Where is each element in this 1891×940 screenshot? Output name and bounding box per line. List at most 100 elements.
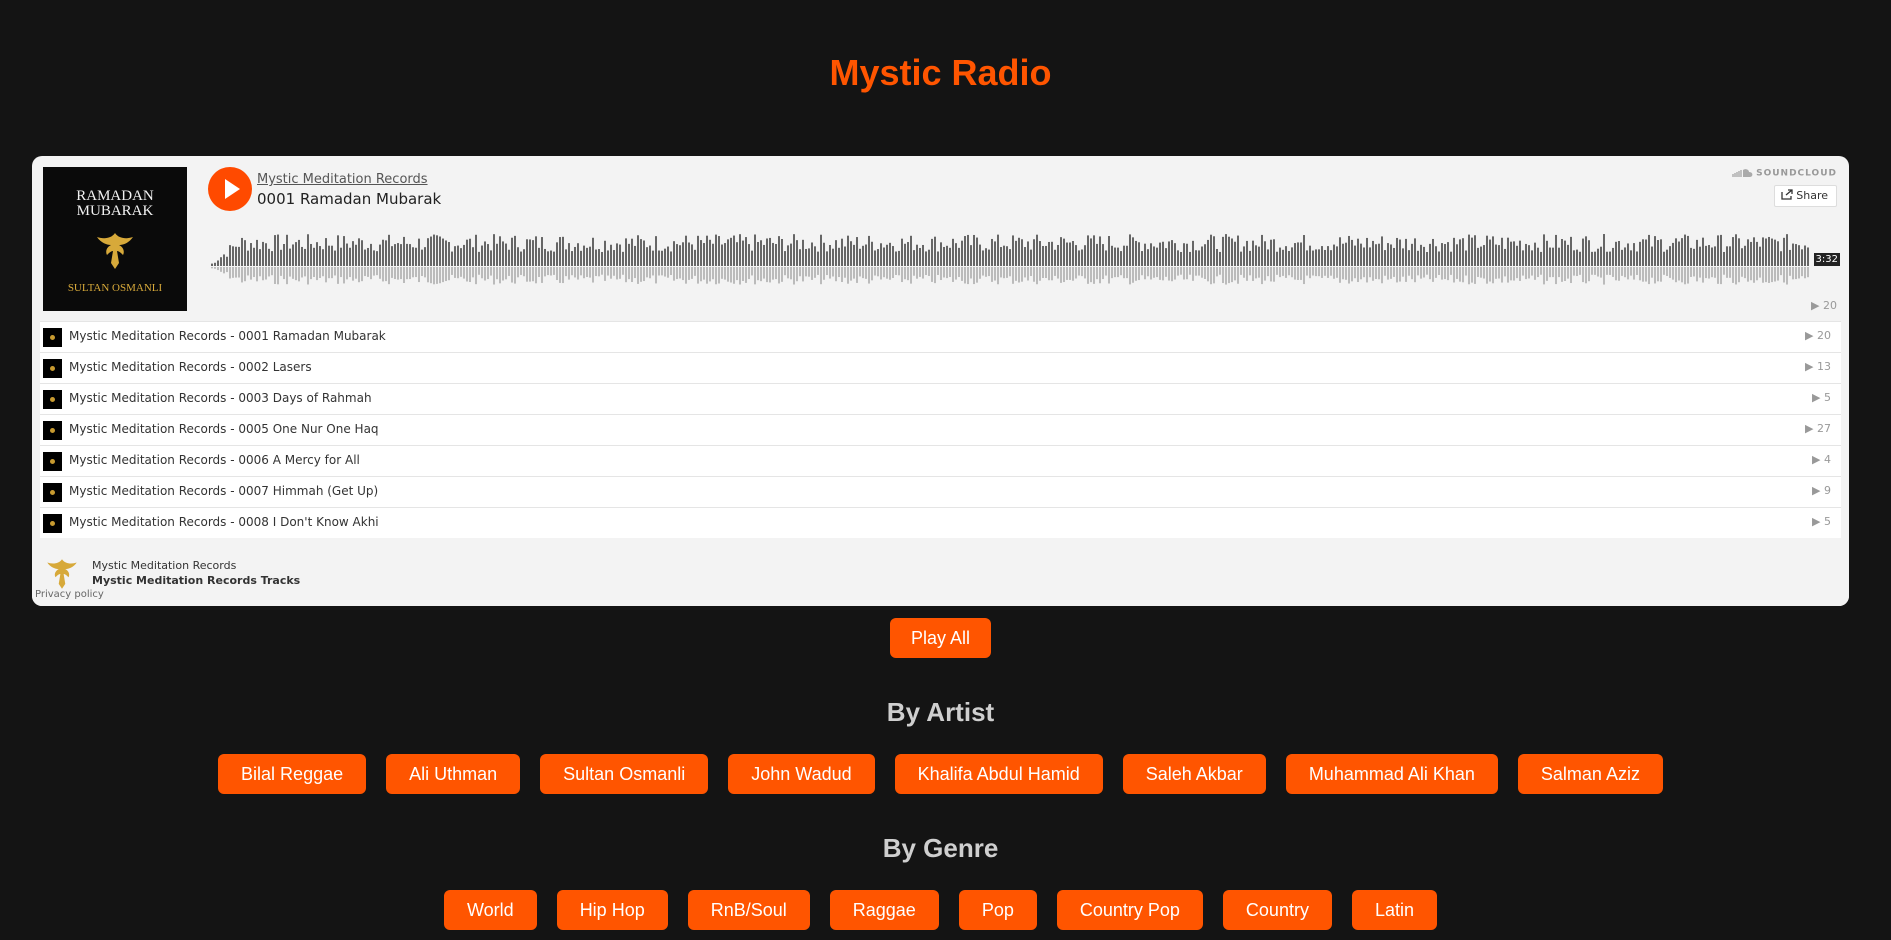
genre-button[interactable]: Country [1222,890,1332,930]
privacy-policy-link[interactable]: Privacy policy [35,589,104,600]
waveform-bar [1387,243,1389,266]
waveform-reflection-bar [1681,267,1683,283]
genre-button[interactable]: Raggae [829,890,939,930]
waveform-reflection-bar [616,267,618,280]
waveform-reflection-bar [388,267,390,285]
genre-button[interactable]: Pop [958,890,1037,930]
waveform-reflection-bar [733,267,735,284]
waveform-reflection-bar [1279,267,1281,278]
waveform-reflection-bar [241,267,243,283]
waveform-reflection-bar [619,267,621,279]
waveform-reflection-bar [1765,267,1767,283]
waveform-bar [1342,243,1344,266]
play-all-button[interactable]: Play All [890,618,991,658]
waveform-reflection-bar [577,267,579,280]
play-icon [225,179,240,199]
track-row[interactable]: Mystic Meditation Records - 0003 Days of… [40,383,1841,414]
waveform-bar [1621,249,1623,266]
track-row[interactable]: Mystic Meditation Records - 0005 One Nur… [40,414,1841,445]
waveform-bar [1309,245,1311,266]
waveform-bar [859,248,861,266]
artist-button[interactable]: Salman Aziz [1517,754,1663,794]
footer-playlist-link[interactable]: Mystic Meditation Records Tracks [92,574,300,587]
genre-button[interactable]: Latin [1351,890,1437,930]
waveform-bar [1549,247,1551,266]
waveform-reflection-bar [1612,267,1614,277]
track-row[interactable]: Mystic Meditation Records - 0007 Himmah … [40,476,1841,507]
waveform-bar [799,249,801,266]
track-row[interactable]: Mystic Meditation Records - 0001 Ramadan… [40,321,1841,352]
waveform-bar [673,241,675,266]
footer-artist-link[interactable]: Mystic Meditation Records [92,559,236,572]
waveform-bar [1486,235,1488,266]
waveform-reflection-bar [385,267,387,282]
waveform-bar [496,243,498,266]
soundcloud-logo[interactable]: SOUNDCLOUD [1731,168,1837,179]
waveform-bar [727,239,729,266]
waveform-reflection-bar [994,267,996,281]
waveform-bar [1150,243,1152,266]
uploader-link[interactable]: Mystic Meditation Records [257,172,428,187]
waveform-bar [1615,241,1617,266]
waveform-bar [478,251,480,266]
waveform-reflection-bar [1444,267,1446,280]
waveform-bar [1432,238,1434,266]
track-list[interactable]: Mystic Meditation Records - 0001 Ramadan… [40,321,1841,550]
waveform-reflection-bar [796,267,798,282]
waveform-bar [223,254,225,266]
waveform-bar [1069,242,1071,266]
waveform-reflection-bar [1717,267,1719,284]
genre-button[interactable]: World [444,890,537,930]
artist-button[interactable]: Sultan Osmanli [540,754,709,794]
waveform-bar [388,234,390,266]
waveform-reflection-bar [1372,267,1374,281]
label-logo-icon[interactable] [42,556,82,592]
artist-button[interactable]: Muhammad Ali Khan [1285,754,1498,794]
waveform-reflection-bar [1282,267,1284,276]
artist-button[interactable]: John Wadud [728,754,875,794]
track-row[interactable]: Mystic Meditation Records - 0006 A Mercy… [40,445,1841,476]
by-genre-heading: By Genre [882,833,999,863]
waveform-reflection-bar [1381,267,1383,284]
play-button[interactable] [208,167,252,211]
waveform-bar [1018,237,1020,266]
waveform-bar [421,249,423,266]
waveform-reflection-bar [535,267,537,284]
waveform-bar [1420,244,1422,266]
waveform-reflection-bar [1753,267,1755,283]
waveform-reflection-bar [574,267,576,278]
track-row[interactable]: Mystic Meditation Records - 0008 I Don't… [40,507,1841,538]
artist-button[interactable]: Saleh Akbar [1122,754,1266,794]
waveform-reflection-bar [346,267,348,280]
genre-button[interactable]: RnB/Soul [687,890,810,930]
share-button[interactable]: Share [1774,185,1837,207]
waveform-reflection-bar [781,267,783,282]
waveform[interactable] [208,226,1838,292]
current-track-title[interactable]: 0001 Ramadan Mubarak [257,190,441,208]
genre-button[interactable]: Hip Hop [556,890,668,930]
waveform-bar [1414,238,1416,266]
genre-button[interactable]: Country Pop [1056,890,1203,930]
waveform-bar [1369,247,1371,266]
waveform-reflection-bar [418,267,420,283]
waveform-bar [1804,245,1806,266]
track-artwork[interactable]: RAMADAN MUBARAK SULTAN OSMANLI [43,167,187,311]
waveform-bar [1630,250,1632,266]
artist-button[interactable]: Ali Uthman [386,754,521,794]
waveform-bar [637,235,639,266]
artist-button[interactable]: Bilal Reggae [218,754,367,794]
waveform-bar [898,250,900,266]
waveform-bar [829,244,831,266]
waveform-reflection-bar [1510,267,1512,281]
waveform-reflection-bar [979,267,981,279]
artist-button[interactable]: Khalifa Abdul Hamid [894,754,1103,794]
waveform-bar [1393,247,1395,266]
waveform-bar [1300,242,1302,266]
waveform-reflection-bar [1354,267,1356,279]
waveform-bar [1558,247,1560,266]
waveform-reflection-bar [1120,267,1122,276]
waveform-reflection-bar [1558,267,1560,278]
track-row[interactable]: Mystic Meditation Records - 0002 Lasers ▶… [40,352,1841,383]
waveform-reflection-bar [1066,267,1068,280]
waveform-bar [970,245,972,266]
